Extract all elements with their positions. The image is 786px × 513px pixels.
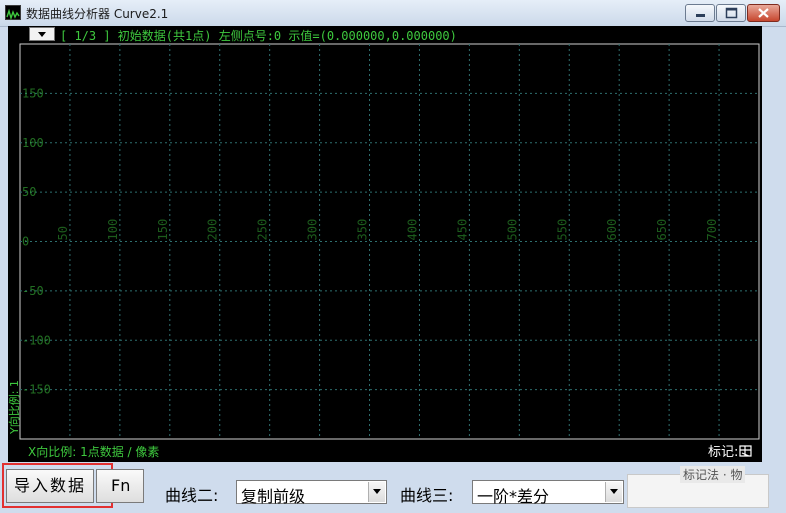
y-tick-label: -100: [22, 333, 51, 347]
chevron-down-icon: [368, 482, 385, 502]
plot-grid: 150100500-50-100-15050 100 150 200 250 300 350…: [19, 43, 760, 440]
x-tick-label: 500: [505, 219, 519, 241]
chevron-down-icon: [38, 32, 46, 37]
x-tick-label: 350: [356, 219, 370, 241]
x-tick-label: 550: [555, 219, 569, 241]
plot-area[interactable]: 150 100 50 0 -50 -100 -150 50 100 150 200 250 300 350…: [8, 26, 762, 462]
y-tick-label: 150: [22, 86, 44, 100]
overlay-text: 标记法 · 物: [680, 466, 746, 483]
minimize-button[interactable]: [685, 4, 715, 22]
x-tick-label: 100: [106, 219, 120, 241]
x-tick-label: 450: [455, 219, 469, 241]
x-scale-label: X向比例: 1点数据 / 像素: [28, 445, 160, 459]
y-tick-label: -150: [22, 383, 51, 397]
close-button[interactable]: [747, 4, 780, 22]
curve2-label: 曲线二:: [165, 486, 219, 505]
x-tick-label: 650: [655, 219, 669, 241]
fn-button[interactable]: Fn: [96, 469, 144, 503]
marker-label-text: 标记:: [708, 445, 739, 460]
curve3-select[interactable]: 一阶*差分: [472, 480, 624, 506]
x-tick-label: 200: [206, 219, 220, 241]
y-tick-label: 0: [22, 235, 29, 249]
marker-glyph-icon: [739, 445, 752, 457]
curve2-select[interactable]: 复制前级: [236, 480, 387, 506]
x-tick-label: 50: [56, 226, 70, 240]
x-tick-label: 400: [405, 219, 419, 241]
x-tick-label: 700: [705, 219, 719, 241]
x-tick-label: 300: [306, 219, 320, 241]
title-bar: 数据曲线分析器 Curve2.1: [0, 0, 786, 27]
curve2-value: 复制前级: [241, 487, 306, 506]
curve3-value: 一阶*差分: [477, 487, 550, 506]
curve3-label: 曲线三:: [400, 486, 454, 505]
app-icon: [5, 5, 21, 21]
y-scale-label: Y向比例: 1: [8, 380, 21, 434]
curve-select-dropdown[interactable]: [29, 27, 55, 41]
y-tick-label: 50: [22, 185, 36, 199]
y-tick-label: -50: [22, 284, 44, 298]
maximize-button[interactable]: [716, 4, 746, 22]
chevron-down-icon: [605, 482, 622, 502]
y-tick-label: 100: [22, 136, 44, 150]
marker-label: 标记:: [708, 441, 754, 460]
plot-status-text: [ 1/3 ] 初始数据(共1点) 左侧点号:0 示值=(0.000000,0.…: [60, 29, 457, 43]
plot-header: [ 1/3 ] 初始数据(共1点) 左侧点号:0 示值=(0.000000,0.…: [8, 26, 762, 43]
window-title: 数据曲线分析器 Curve2.1: [26, 7, 169, 21]
x-tick-label: 600: [605, 219, 619, 241]
x-tick-label: 150: [156, 219, 170, 241]
x-tick-label: 250: [256, 219, 270, 241]
